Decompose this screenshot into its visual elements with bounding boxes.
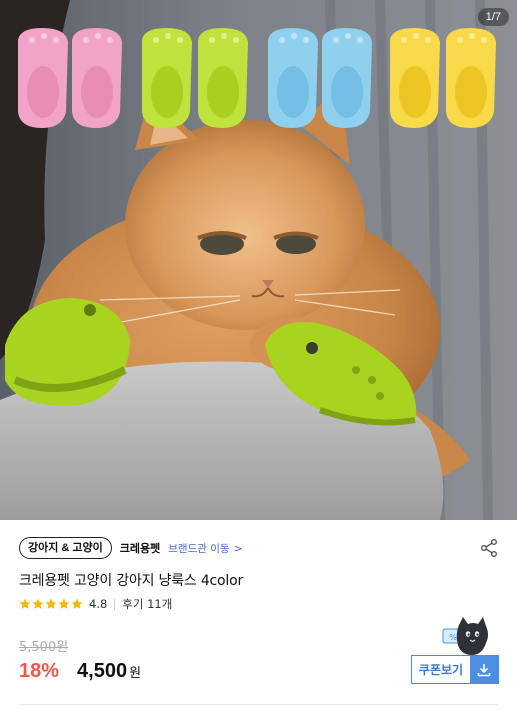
- sale-price-value: 4,500: [77, 660, 128, 682]
- cat-mascot-icon: %: [442, 617, 488, 655]
- original-price: 5,500원: [19, 640, 69, 655]
- product-title: 크레용펫 고양이 강아지 냥룩스 4color: [19, 573, 244, 589]
- product-image[interactable]: 1/7: [0, 0, 517, 520]
- coupon-button[interactable]: 쿠폰보기: [411, 655, 499, 684]
- discount-rate: 18%: [19, 660, 60, 682]
- chevron-right-icon: >: [233, 541, 243, 555]
- star-icon: [45, 598, 57, 609]
- sale-price: 4,500 원: [77, 660, 141, 683]
- price-row: 18% 4,500 원: [19, 660, 141, 683]
- star-icon: [32, 598, 44, 609]
- rating-row[interactable]: 4.8 후기 11개: [19, 596, 172, 612]
- brand-name[interactable]: 크레용펫: [120, 540, 160, 556]
- star-icon: [19, 598, 31, 609]
- star-icon: [71, 598, 83, 609]
- share-icon[interactable]: [479, 538, 499, 558]
- review-count[interactable]: 후기 11개: [122, 596, 172, 612]
- rating-value: 4.8: [89, 597, 108, 611]
- category-chip[interactable]: 강아지 & 고양이: [19, 537, 112, 559]
- section-divider: [19, 704, 499, 705]
- brand-store-link[interactable]: 브랜드관 이동 >: [168, 541, 243, 556]
- price-unit: 원: [129, 665, 142, 680]
- divider: [114, 598, 116, 610]
- brand-store-link-label: 브랜드관 이동: [168, 542, 230, 555]
- brand-row: 강아지 & 고양이 크레용펫 브랜드관 이동 >: [19, 537, 499, 559]
- rating-stars: [19, 598, 83, 610]
- svg-text:%: %: [449, 633, 457, 642]
- product-photo: [0, 0, 517, 520]
- image-counter: 1/7: [477, 8, 509, 26]
- coupon-label: 쿠폰보기: [418, 663, 464, 677]
- download-icon: [470, 656, 498, 683]
- star-icon: [58, 598, 70, 609]
